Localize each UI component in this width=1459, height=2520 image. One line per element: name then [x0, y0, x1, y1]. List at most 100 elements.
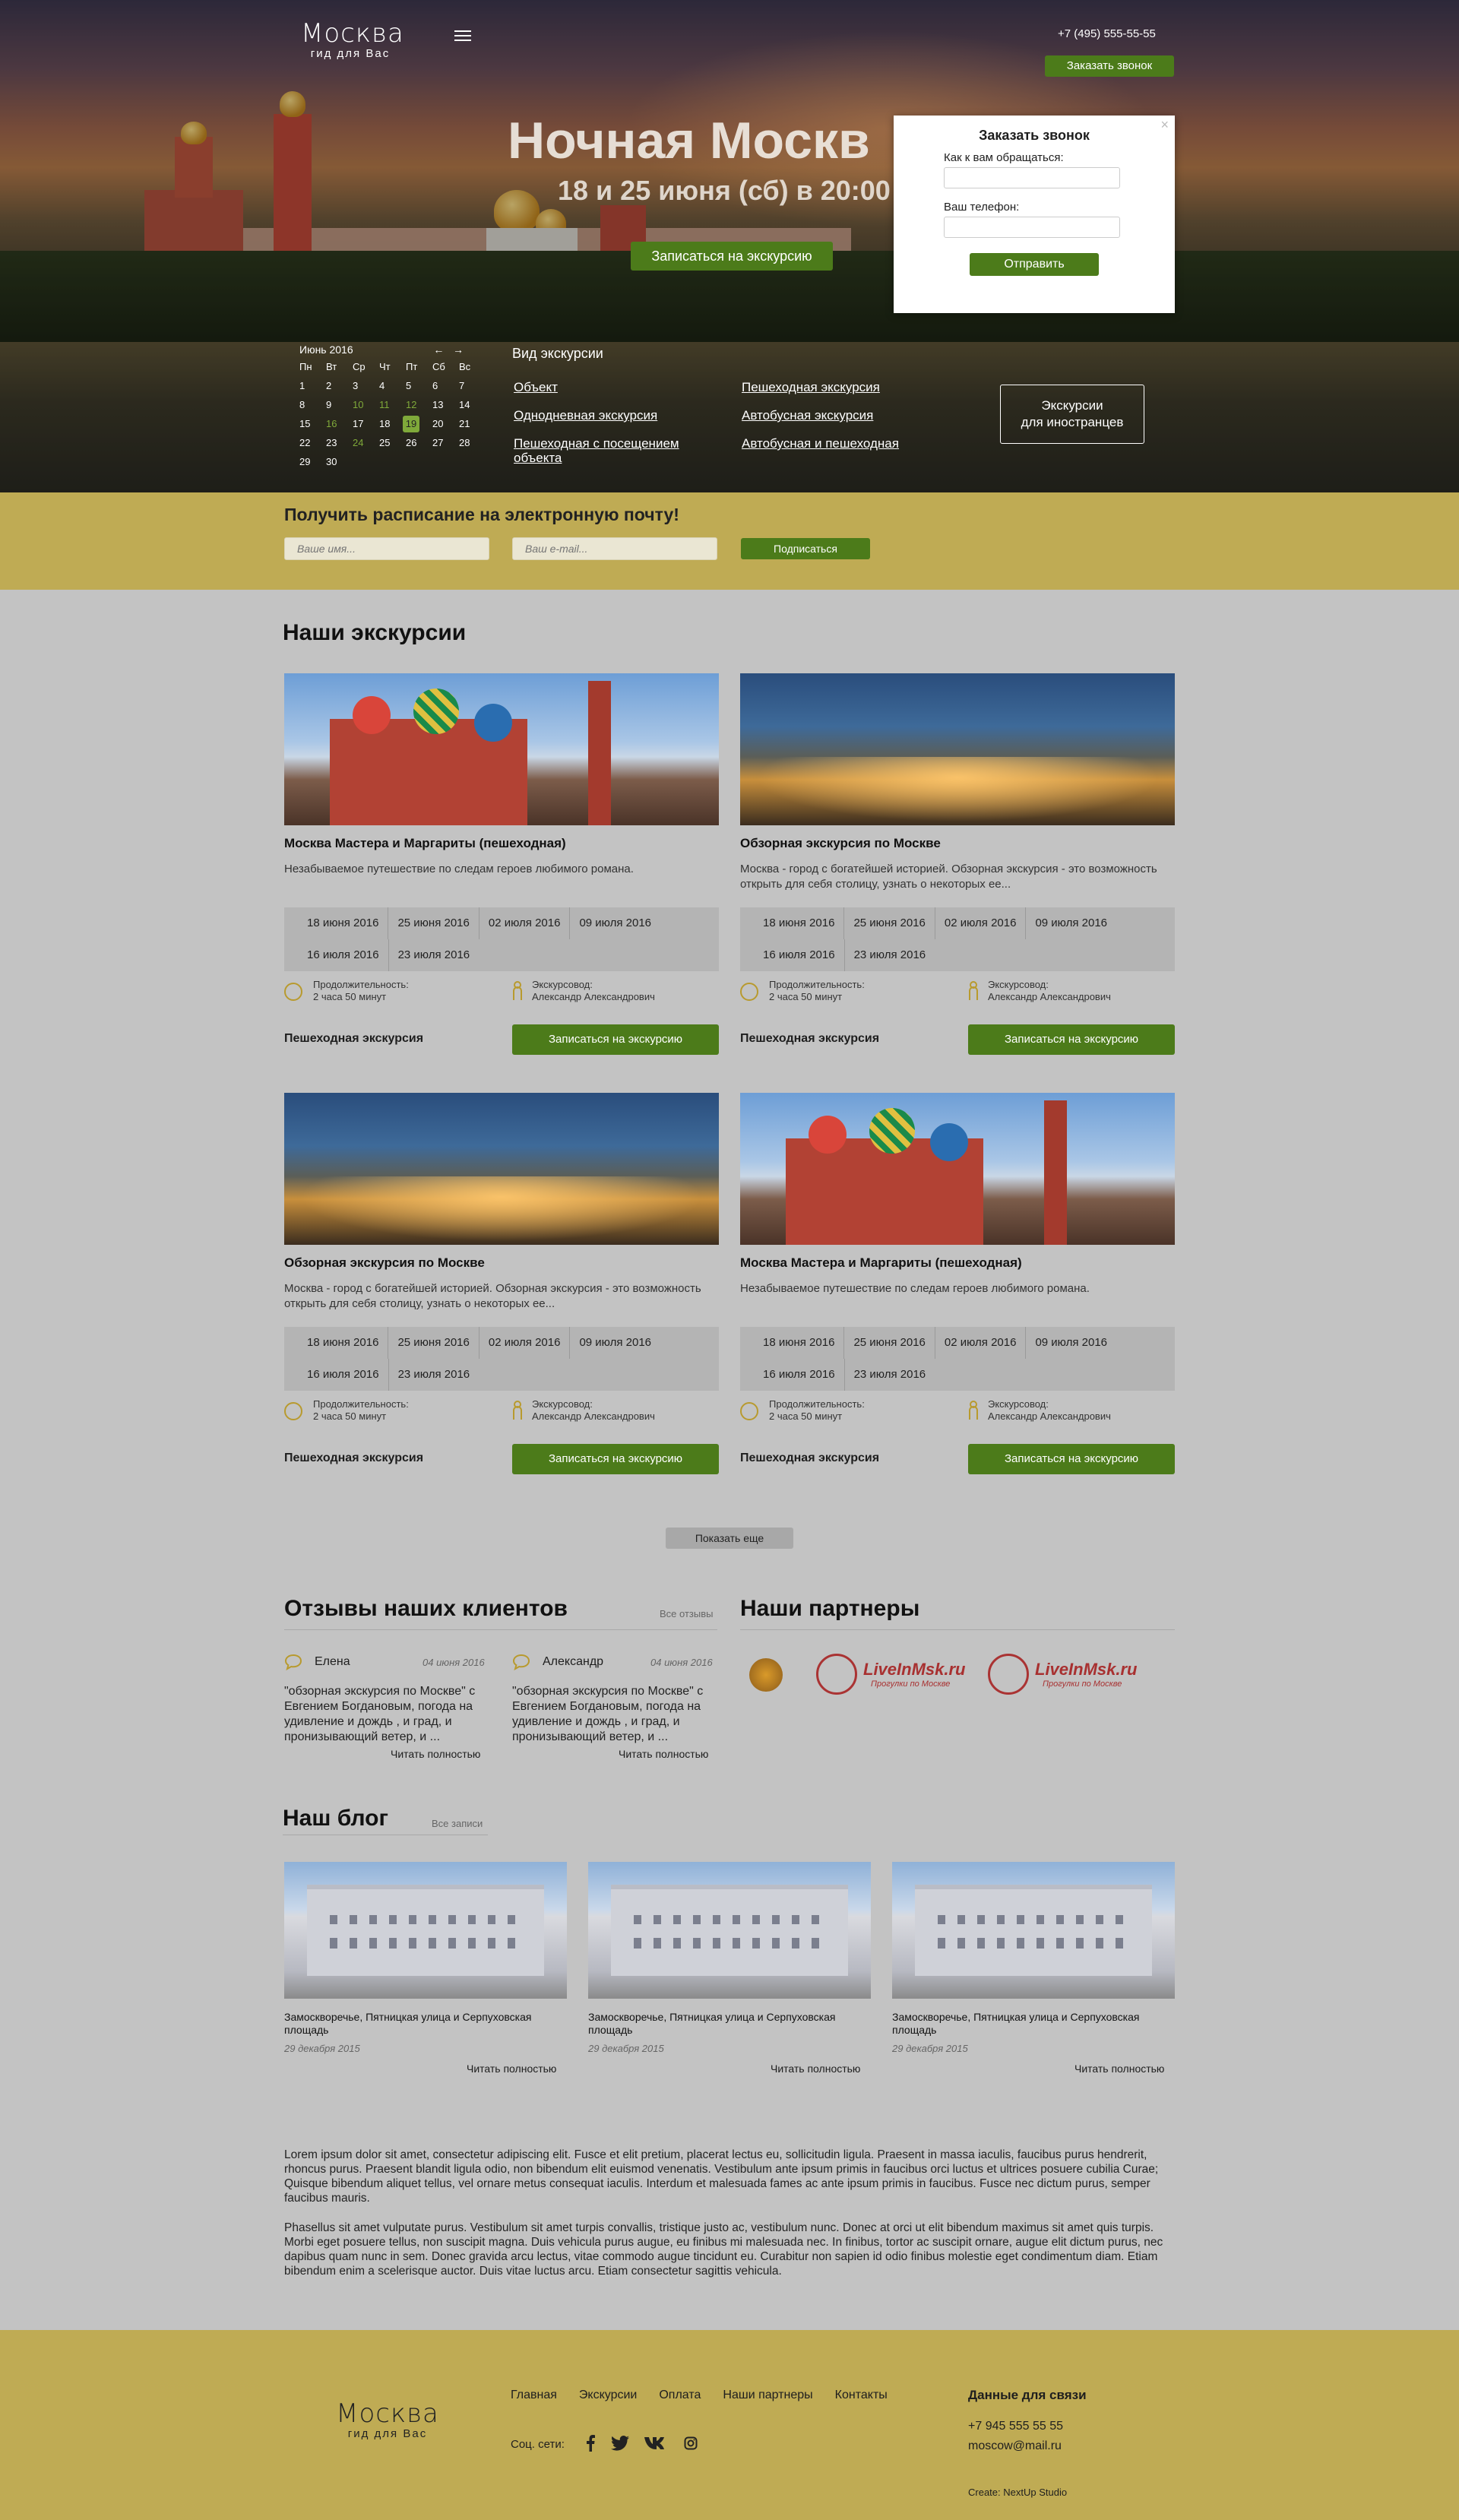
calendar-day[interactable]: 28 — [453, 433, 479, 452]
calendar-day[interactable] — [347, 452, 373, 471]
calendar-day[interactable] — [426, 452, 453, 471]
tour-signup-button[interactable]: Записаться на экскурсию — [512, 1024, 719, 1055]
blog-post-title[interactable]: Замоскворечье, Пятницкая улица и Серпухо… — [892, 2011, 1173, 2037]
show-more-button[interactable]: Показать еще — [666, 1528, 793, 1549]
calendar-day[interactable]: 27 — [426, 433, 453, 452]
footer-logo[interactable]: Москва гид для Вас — [334, 2398, 441, 2440]
instagram-icon[interactable] — [684, 2436, 698, 2450]
tour-title[interactable]: Москва Мастера и Маргариты (пешеходная) — [740, 1255, 1022, 1271]
calendar-day[interactable]: 16 — [320, 414, 347, 433]
tour-date[interactable]: 02 июля 2016 — [479, 1327, 571, 1359]
calendar-day[interactable]: 17 — [347, 414, 373, 433]
tour-date[interactable]: 09 июля 2016 — [570, 907, 660, 939]
tour-image[interactable] — [740, 673, 1175, 825]
calendar-day[interactable]: 13 — [426, 395, 453, 414]
submit-button[interactable]: Отправить — [970, 253, 1099, 276]
blog-image[interactable] — [588, 1862, 871, 1999]
calendar-day[interactable]: 7 — [453, 376, 479, 395]
tour-signup-button[interactable]: Записаться на экскурсию — [512, 1444, 719, 1474]
blog-read-more[interactable]: Читать полностью — [467, 2063, 556, 2075]
calendar-day[interactable]: 12 — [400, 395, 426, 414]
footer-nav-link[interactable]: Главная — [511, 2389, 557, 2402]
tour-date[interactable]: 23 июля 2016 — [389, 939, 479, 971]
calendar-day[interactable]: 29 — [293, 452, 320, 471]
tour-date[interactable]: 25 июня 2016 — [844, 1327, 935, 1359]
subscribe-name-input[interactable] — [284, 537, 489, 560]
filter-link[interactable]: Объект — [514, 380, 719, 395]
logo[interactable]: Москва гид для Вас — [301, 18, 404, 60]
review-read-more[interactable]: Читать полностью — [619, 1748, 708, 1760]
tour-date[interactable]: 18 июня 2016 — [754, 907, 845, 939]
all-posts-link[interactable]: Все записи — [432, 1818, 483, 1829]
tour-title[interactable]: Обзорная экскурсия по Москве — [284, 1255, 485, 1271]
blog-image[interactable] — [892, 1862, 1175, 1999]
tour-date[interactable]: 02 июля 2016 — [935, 907, 1027, 939]
review-read-more[interactable]: Читать полностью — [391, 1748, 480, 1760]
header-phone[interactable]: +7 (495) 555-55-55 — [1058, 27, 1172, 40]
calendar-day[interactable]: 21 — [453, 414, 479, 433]
calendar-next-icon[interactable]: → — [453, 343, 464, 356]
tour-image[interactable] — [284, 1093, 719, 1245]
calendar-day[interactable]: 1 — [293, 376, 320, 395]
calendar-day[interactable]: 18 — [373, 414, 400, 433]
name-field[interactable] — [944, 167, 1120, 188]
tour-date[interactable]: 02 июля 2016 — [479, 907, 571, 939]
footer-nav-link[interactable]: Экскурсии — [579, 2389, 637, 2402]
filter-link[interactable]: Автобусная и пешеходная — [742, 436, 947, 451]
calendar-day[interactable]: 2 — [320, 376, 347, 395]
calendar-day[interactable]: 22 — [293, 433, 320, 452]
calendar-day[interactable]: 15 — [293, 414, 320, 433]
phone-field[interactable] — [944, 217, 1120, 238]
filter-link[interactable]: Автобусная экскурсия — [742, 408, 947, 423]
calendar-day[interactable]: 23 — [320, 433, 347, 452]
tour-image[interactable] — [284, 673, 719, 825]
tour-date[interactable]: 25 июня 2016 — [388, 1327, 479, 1359]
calendar-day[interactable]: 30 — [320, 452, 347, 471]
tour-date[interactable]: 16 июля 2016 — [298, 1359, 389, 1391]
calendar-day[interactable]: 10 — [347, 395, 373, 414]
calendar-day[interactable]: 20 — [426, 414, 453, 433]
calendar-day[interactable]: 9 — [320, 395, 347, 414]
calendar-day[interactable]: 4 — [373, 376, 400, 395]
facebook-icon[interactable] — [585, 2435, 596, 2452]
tour-title[interactable]: Москва Мастера и Маргариты (пешеходная) — [284, 836, 566, 851]
footer-nav-link[interactable]: Оплата — [659, 2389, 701, 2402]
calendar-day[interactable]: 8 — [293, 395, 320, 414]
footer-phone[interactable]: +7 945 555 55 55 — [968, 2420, 1063, 2433]
tour-date[interactable]: 16 июля 2016 — [754, 939, 845, 971]
vk-icon[interactable] — [644, 2436, 669, 2451]
twitter-icon[interactable] — [611, 2436, 629, 2451]
calendar-day[interactable]: 24 — [347, 433, 373, 452]
calendar-prev-icon[interactable]: ← — [433, 343, 444, 356]
footer-nav-link[interactable]: Наши партнеры — [723, 2389, 812, 2402]
all-reviews-link[interactable]: Все отзывы — [660, 1608, 713, 1619]
tour-signup-button[interactable]: Записаться на экскурсию — [968, 1444, 1175, 1474]
tour-date[interactable]: 18 июня 2016 — [298, 1327, 389, 1359]
tour-date[interactable]: 02 июля 2016 — [935, 1327, 1027, 1359]
tour-date[interactable]: 16 июля 2016 — [298, 939, 389, 971]
blog-post-title[interactable]: Замоскворечье, Пятницкая улица и Серпухо… — [284, 2011, 565, 2037]
tour-date[interactable]: 23 июля 2016 — [389, 1359, 479, 1391]
footer-credit[interactable]: Create: NextUp Studio — [968, 2487, 1067, 2498]
foreign-tours-button[interactable]: Экскурсии для иностранцев — [1000, 385, 1144, 444]
partner-logo-2[interactable]: LiveInMsk.ru Прогулки по Москве — [816, 1654, 965, 1695]
calendar-day[interactable] — [453, 452, 479, 471]
blog-image[interactable] — [284, 1862, 567, 1999]
filter-link[interactable]: Пешеходная экскурсия — [742, 380, 947, 395]
hero-signup-button[interactable]: Записаться на экскурсию — [631, 242, 833, 271]
calendar-day[interactable]: 14 — [453, 395, 479, 414]
selected-day-label[interactable]: 19 — [403, 415, 419, 432]
tour-date[interactable]: 18 июня 2016 — [298, 907, 389, 939]
blog-read-more[interactable]: Читать полностью — [1074, 2063, 1164, 2075]
partner-logo-1[interactable] — [749, 1658, 783, 1692]
tour-date[interactable]: 09 июля 2016 — [1026, 907, 1116, 939]
tour-date[interactable]: 23 июля 2016 — [845, 939, 935, 971]
tour-date[interactable]: 09 июля 2016 — [570, 1327, 660, 1359]
calendar-day[interactable]: 5 — [400, 376, 426, 395]
footer-email[interactable]: moscow@mail.ru — [968, 2439, 1062, 2453]
subscribe-button[interactable]: Подписаться — [741, 538, 870, 559]
calendar-day[interactable] — [400, 452, 426, 471]
calendar-day[interactable]: 25 — [373, 433, 400, 452]
tour-date[interactable]: 25 июня 2016 — [844, 907, 935, 939]
tour-date[interactable]: 16 июля 2016 — [754, 1359, 845, 1391]
